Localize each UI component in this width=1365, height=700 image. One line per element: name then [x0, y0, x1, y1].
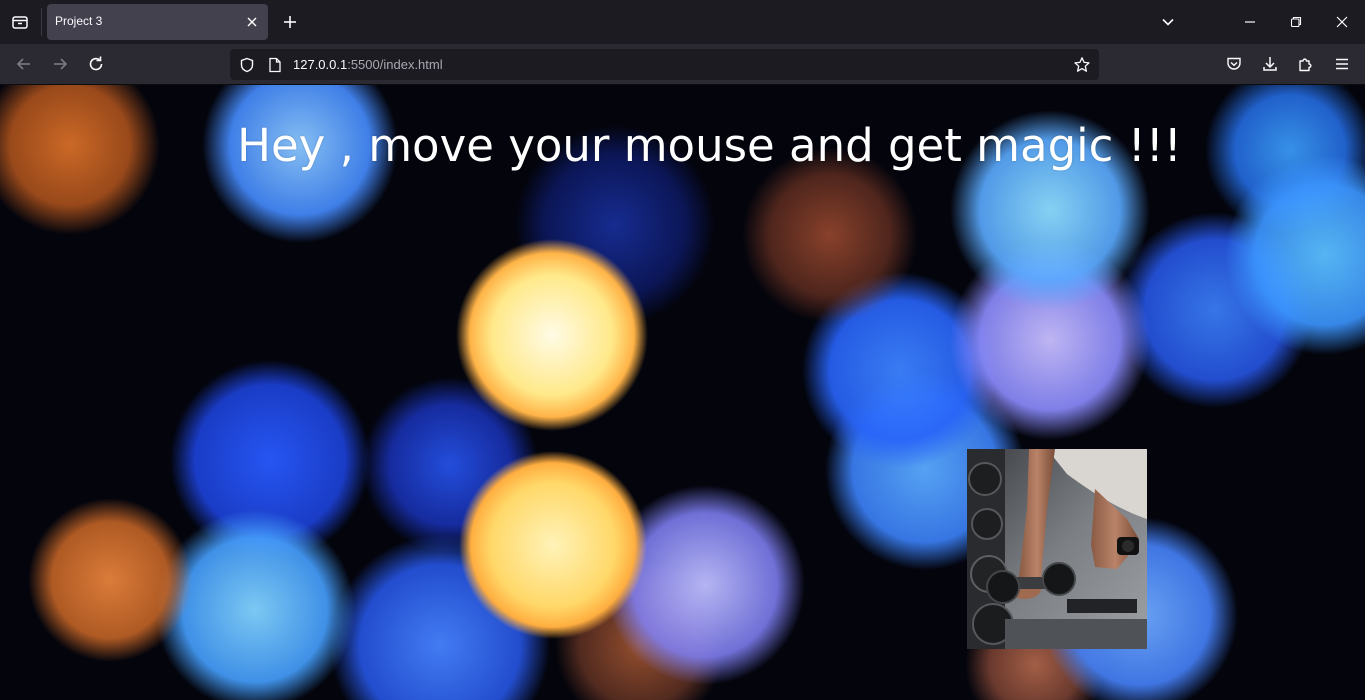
pocket-icon[interactable] — [1218, 48, 1250, 80]
download-icon[interactable] — [1254, 48, 1286, 80]
url-text[interactable]: 127.0.0.1:5500/index.html — [293, 57, 443, 72]
hamburger-icon[interactable] — [1326, 48, 1358, 80]
browser-window: Project 3 127.0.0.1:5500/index.html Hey … — [0, 0, 1365, 700]
page-heading: Hey , move your mouse and get magic !!! — [237, 119, 1182, 172]
tab-strip: Project 3 — [0, 0, 1365, 44]
tab-project-3[interactable]: Project 3 — [47, 4, 268, 40]
star-icon[interactable] — [1073, 56, 1091, 74]
chevron-down-icon[interactable] — [1145, 0, 1191, 44]
arrow-left-icon[interactable] — [8, 48, 40, 80]
tab-list-icon[interactable] — [4, 6, 36, 38]
puzzle-icon[interactable] — [1290, 48, 1322, 80]
restore-icon[interactable] — [1273, 0, 1319, 44]
plus-icon[interactable] — [274, 6, 306, 38]
page-viewport[interactable]: Hey , move your mouse and get magic !!! — [0, 85, 1365, 700]
tab-separator — [41, 8, 42, 36]
page-icon[interactable] — [266, 56, 284, 74]
minimize-icon[interactable] — [1227, 0, 1273, 44]
navigation-toolbar: 127.0.0.1:5500/index.html — [0, 44, 1365, 85]
shield-icon[interactable] — [238, 56, 256, 74]
arrow-right-icon[interactable] — [44, 48, 76, 80]
close-window-icon[interactable] — [1319, 0, 1365, 44]
url-path: :5500/index.html — [347, 57, 443, 72]
gym-photo — [967, 449, 1147, 649]
url-host: 127.0.0.1 — [293, 57, 348, 72]
reload-icon[interactable] — [80, 48, 112, 80]
close-icon[interactable] — [242, 12, 262, 32]
address-bar[interactable]: 127.0.0.1:5500/index.html — [230, 49, 1099, 80]
tab-title: Project 3 — [55, 14, 103, 28]
